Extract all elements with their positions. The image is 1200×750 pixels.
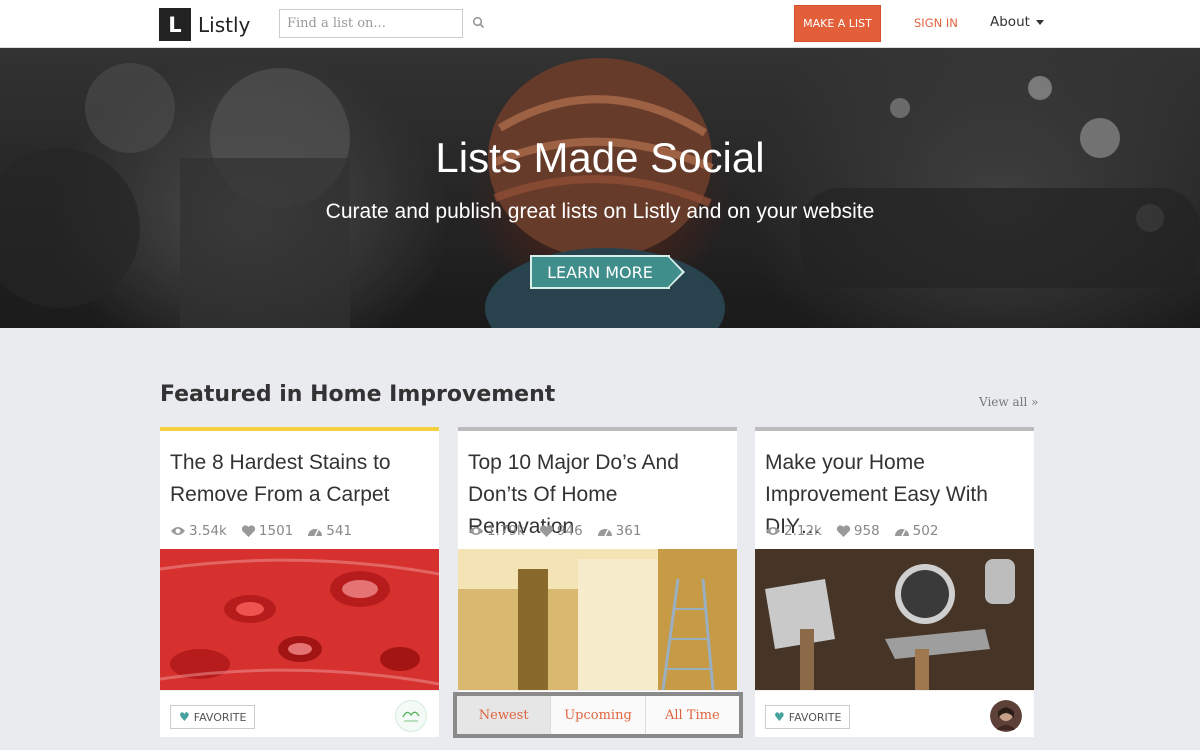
- card-stats: 2.12k 958 502: [765, 523, 952, 539]
- dashboard-icon: [894, 528, 909, 536]
- about-label: About: [990, 14, 1030, 30]
- learn-more-button[interactable]: LEARN MORE: [530, 255, 670, 289]
- likes-stat: 958: [836, 523, 880, 539]
- list-card[interactable]: Make your Home Improvement Easy With DIY…: [755, 427, 1034, 737]
- likes-count: 946: [556, 523, 583, 539]
- tab-newest[interactable]: Newest: [457, 696, 552, 734]
- items-count: 502: [912, 523, 939, 539]
- section-title: Featured in Home Improvement: [160, 382, 556, 407]
- tab-upcoming[interactable]: Upcoming: [551, 696, 646, 734]
- heart-icon: ♥: [179, 710, 190, 724]
- likes-stat: 946: [539, 523, 583, 539]
- logo-text: Listly: [198, 12, 251, 37]
- views-count: 1.79k: [487, 523, 525, 539]
- items-stat: 502: [894, 523, 939, 539]
- about-dropdown[interactable]: About: [990, 14, 1044, 30]
- search-icon[interactable]: [471, 15, 487, 31]
- heart-icon: [539, 524, 553, 537]
- list-card[interactable]: The 8 Hardest Stains to Remove From a Ca…: [160, 427, 439, 737]
- logo-mark: L: [159, 8, 191, 41]
- sort-filter-inner: Newest Upcoming All Time: [457, 696, 739, 734]
- card-footer: ♥ FAVORITE: [755, 690, 1034, 737]
- favorite-label: FAVORITE: [193, 710, 247, 724]
- chevron-down-icon: [1035, 19, 1044, 25]
- likes-count: 1501: [258, 523, 294, 539]
- favorite-label: FAVORITE: [788, 710, 842, 724]
- card-stats: 1.79k 946 361: [468, 523, 655, 539]
- sort-filter-tabs: Newest Upcoming All Time: [453, 692, 743, 738]
- views-stat: 3.54k: [170, 523, 227, 539]
- card-image-renovation-hallway[interactable]: [458, 549, 737, 690]
- items-count: 541: [326, 523, 353, 539]
- hero-subtitle: Curate and publish great lists on Listly…: [325, 200, 875, 223]
- dashboard-icon: [597, 528, 612, 536]
- views-count: 2.12k: [784, 523, 822, 539]
- items-stat: 361: [597, 523, 642, 539]
- heart-icon: ♥: [774, 710, 785, 724]
- views-stat: 1.79k: [468, 523, 525, 539]
- learn-more-arrow-fill: [668, 257, 682, 287]
- card-title[interactable]: The 8 Hardest Stains to Remove From a Ca…: [170, 447, 430, 511]
- hero-title: Lists Made Social: [435, 134, 765, 181]
- list-card[interactable]: Top 10 Major Do’s And Don’ts Of Home Ren…: [458, 427, 737, 737]
- hero-banner: Lists Made Social Curate and publish gre…: [0, 48, 1200, 328]
- make-a-list-button[interactable]: MAKE A LIST: [794, 5, 881, 42]
- eye-icon: [766, 527, 780, 535]
- author-avatar[interactable]: [395, 700, 427, 732]
- eye-icon: [171, 527, 185, 535]
- items-count: 361: [615, 523, 642, 539]
- tab-all-time[interactable]: All Time: [646, 696, 739, 734]
- heart-icon: [836, 524, 850, 537]
- items-stat: 541: [307, 523, 352, 539]
- sign-in-link[interactable]: SIGN IN: [914, 16, 958, 30]
- favorite-button[interactable]: ♥ FAVORITE: [765, 705, 851, 729]
- view-all-link[interactable]: View all »: [979, 395, 1038, 409]
- card-stats: 3.54k 1501 541: [170, 523, 366, 539]
- views-stat: 2.12k: [765, 523, 822, 539]
- card-image-blood-cells[interactable]: [160, 549, 439, 690]
- heart-icon: [241, 524, 255, 537]
- card-footer: ♥ FAVORITE: [160, 690, 439, 737]
- likes-stat: 1501: [241, 523, 293, 539]
- dashboard-icon: [308, 528, 323, 536]
- card-image-tools[interactable]: [755, 549, 1034, 690]
- eye-icon: [469, 527, 483, 535]
- search-input[interactable]: Find a list on...: [279, 9, 463, 38]
- views-count: 3.54k: [189, 523, 227, 539]
- favorite-button[interactable]: ♥ FAVORITE: [170, 705, 256, 729]
- listly-logo[interactable]: L Listly: [159, 8, 250, 41]
- top-navbar: L Listly Find a list on... MAKE A LIST S…: [0, 0, 1200, 48]
- likes-count: 958: [853, 523, 880, 539]
- author-avatar[interactable]: [990, 700, 1022, 732]
